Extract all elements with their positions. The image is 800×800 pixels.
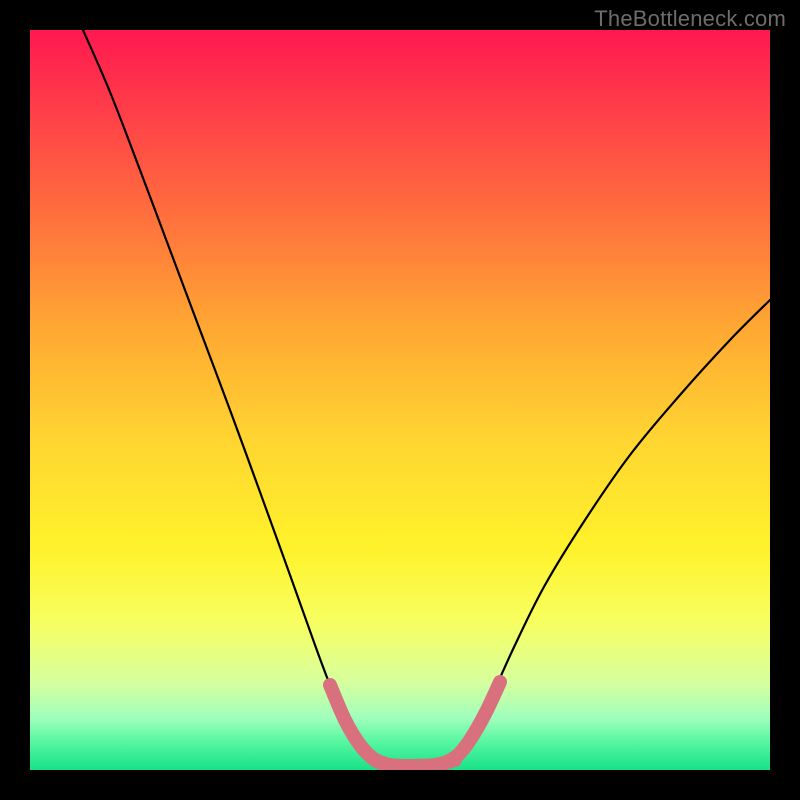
highlight-right <box>445 682 500 763</box>
watermark-label: TheBottleneck.com <box>594 6 786 32</box>
chart-frame: TheBottleneck.com <box>0 0 800 800</box>
plot-area <box>30 30 770 770</box>
curves-svg <box>30 30 770 770</box>
left-curve <box>83 30 375 760</box>
highlight-left <box>330 685 388 765</box>
